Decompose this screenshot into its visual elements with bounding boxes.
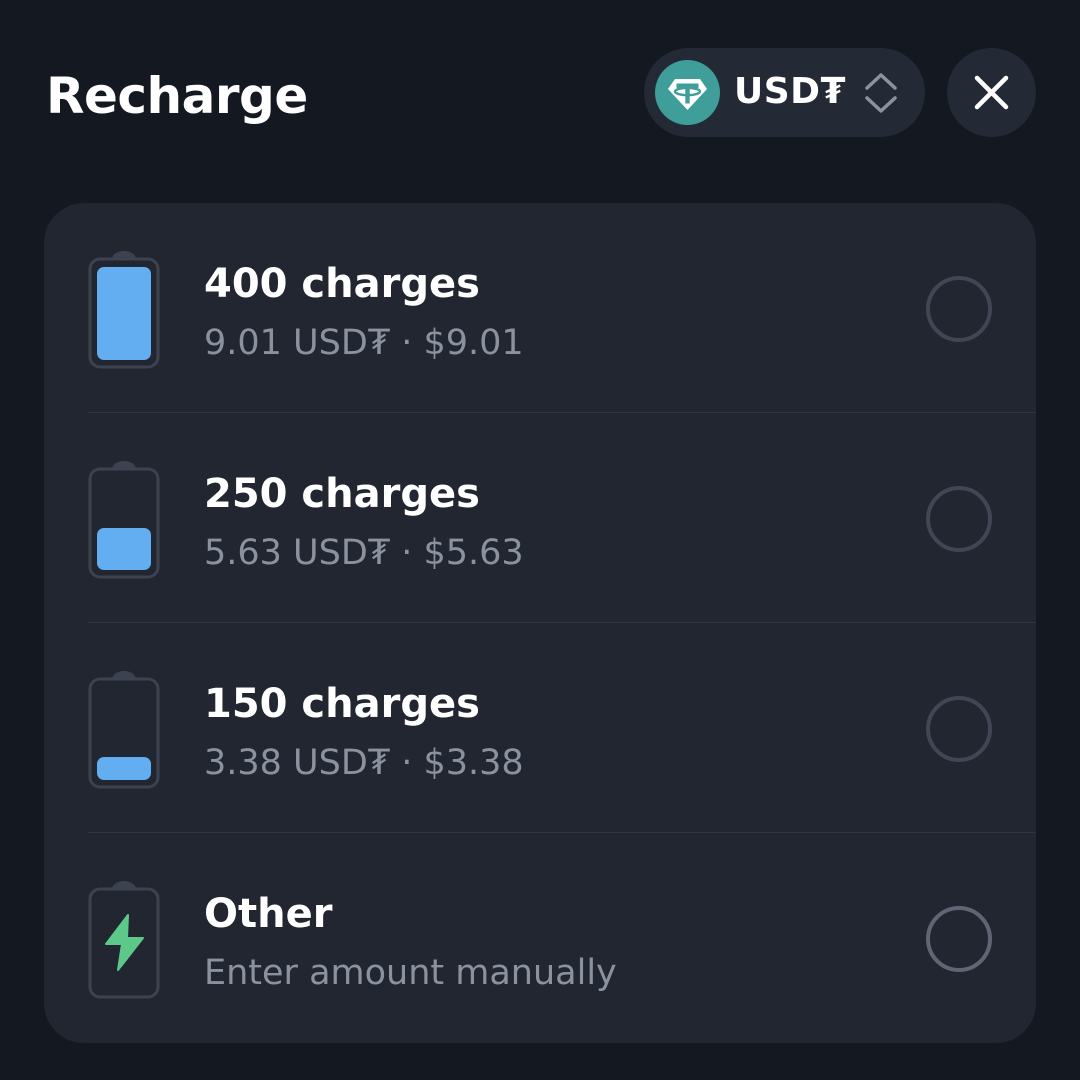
option-price: 9.01 USD₮ · $9.01 xyxy=(204,323,524,363)
recharge-options-list: 400 charges 9.01 USD₮ · $9.01 250 charge… xyxy=(44,203,1036,1043)
page-title: Recharge xyxy=(46,67,308,125)
header: Recharge USD₮ xyxy=(0,0,1080,190)
option-other[interactable]: Other Enter amount manually xyxy=(44,833,1036,1043)
battery-charging-icon xyxy=(88,877,160,999)
option-400-charges[interactable]: 400 charges 9.01 USD₮ · $9.01 xyxy=(44,203,1036,413)
option-250-charges[interactable]: 250 charges 5.63 USD₮ · $5.63 xyxy=(44,413,1036,623)
currency-label: USD₮ xyxy=(734,71,847,112)
chevron-up-down-icon xyxy=(863,70,899,116)
option-150-charges[interactable]: 150 charges 3.38 USD₮ · $3.38 xyxy=(44,623,1036,833)
radio-button[interactable] xyxy=(926,906,992,972)
option-title: 400 charges xyxy=(204,261,480,307)
battery-low-icon xyxy=(88,667,160,789)
currency-selector[interactable]: USD₮ xyxy=(644,48,925,137)
option-title: 150 charges xyxy=(204,681,480,727)
radio-button[interactable] xyxy=(926,696,992,762)
close-button[interactable] xyxy=(947,48,1036,137)
option-title: 250 charges xyxy=(204,471,480,517)
option-price: 5.63 USD₮ · $5.63 xyxy=(204,533,524,573)
option-price: 3.38 USD₮ · $3.38 xyxy=(204,743,524,783)
radio-button[interactable] xyxy=(926,276,992,342)
option-title: Other xyxy=(204,891,333,937)
battery-half-icon xyxy=(88,457,160,579)
battery-full-icon xyxy=(88,247,160,369)
option-hint: Enter amount manually xyxy=(204,953,617,993)
close-icon xyxy=(974,75,1009,110)
lightning-bolt-icon xyxy=(105,914,144,971)
tether-icon xyxy=(655,60,720,125)
radio-button[interactable] xyxy=(926,486,992,552)
